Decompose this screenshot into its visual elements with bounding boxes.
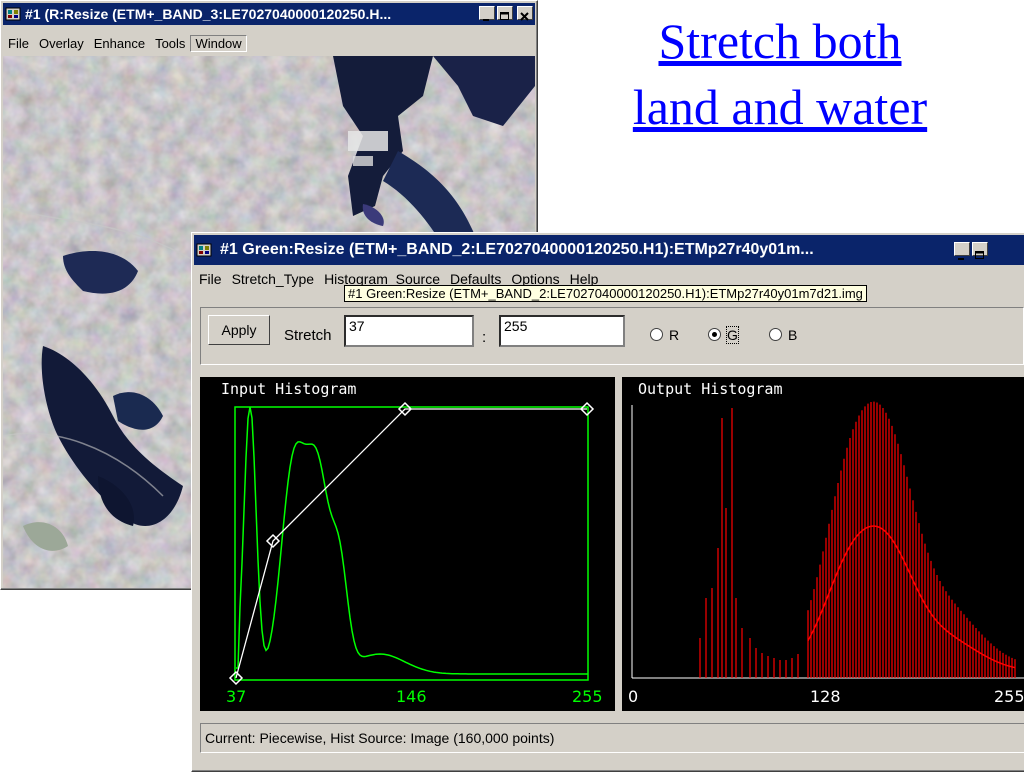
stretch-control-points[interactable] (228, 401, 595, 686)
radio-g-indicator (708, 328, 721, 341)
image-window-title: #1 (R:Resize (ETM+_BAND_3:LE702704000012… (25, 6, 392, 22)
stretch-dialog-titlebar[interactable]: #1 Green:Resize (ETM+_BAND_2:LE702704000… (194, 235, 1024, 265)
image-window-menubar: File Overlay Enhance Tools Window (3, 34, 535, 54)
output-histogram-bars (699, 401, 1016, 678)
radio-r-label: R (669, 327, 680, 343)
menu-stretch-type[interactable]: Stretch_Type (227, 271, 320, 287)
output-histogram-envelope (807, 525, 1016, 669)
minimize-icon (483, 19, 489, 21)
output-histogram-plot[interactable] (622, 377, 1024, 711)
slide-title-line1: Stretch both (658, 13, 902, 69)
radio-b[interactable]: B (769, 327, 797, 343)
image-window-titlebar[interactable]: #1 (R:Resize (ETM+_BAND_3:LE702704000012… (3, 3, 535, 25)
menu-file[interactable]: File (3, 36, 34, 51)
maximize-button[interactable] (972, 242, 988, 259)
minimize-icon (958, 258, 964, 260)
slide-title-line2: land and water (632, 79, 928, 135)
maximize-icon (975, 251, 984, 259)
stretch-separator: : (482, 329, 487, 346)
status-text: Current: Piecewise, Hist Source: Image (… (205, 730, 555, 746)
output-tick-mid: 128 (810, 687, 841, 706)
app-icon (5, 7, 21, 21)
menu-window[interactable]: Window (190, 35, 247, 52)
input-tick-max: 255 (572, 687, 603, 706)
input-histogram-curve (236, 406, 588, 675)
input-histogram-panel[interactable]: Input Histogram 37 146 255 (200, 377, 615, 711)
minimize-button[interactable] (954, 242, 970, 260)
maximize-button[interactable] (497, 6, 513, 20)
stretch-min-input[interactable]: 37 (344, 315, 474, 347)
menu-overlay[interactable]: Overlay (34, 36, 89, 51)
radio-b-indicator (769, 328, 782, 341)
app-icon (196, 243, 212, 257)
stretch-label: Stretch (284, 327, 332, 344)
stretch-dialog: #1 Green:Resize (ETM+_BAND_2:LE702704000… (191, 232, 1024, 772)
menu-tools[interactable]: Tools (150, 36, 190, 51)
output-histogram-panel[interactable]: Output Histogram 0 128 255 (622, 377, 1024, 711)
close-icon (520, 12, 529, 21)
radio-b-label: B (788, 327, 798, 343)
input-histogram-plot[interactable] (200, 377, 615, 711)
maximize-icon (500, 12, 509, 20)
title-tooltip: #1 Green:Resize (ETM+_BAND_2:LE702704000… (344, 285, 867, 302)
radio-g[interactable]: G (708, 326, 739, 344)
stretch-transfer-line (235, 408, 587, 679)
apply-button[interactable]: Apply (208, 315, 270, 345)
close-button[interactable] (517, 6, 533, 21)
radio-g-label: G (726, 326, 739, 344)
input-tick-mid: 146 (396, 687, 427, 706)
output-tick-max: 255 (994, 687, 1024, 706)
stretch-max-input[interactable]: 255 (499, 315, 625, 347)
input-tick-min: 37 (226, 687, 247, 706)
status-bar: Current: Piecewise, Hist Source: Image (… (200, 723, 1024, 753)
menu-enhance[interactable]: Enhance (89, 36, 150, 51)
stretch-dialog-title: #1 Green:Resize (ETM+_BAND_2:LE702704000… (220, 241, 814, 258)
minimize-button[interactable] (479, 6, 495, 21)
radio-r[interactable]: R (650, 327, 679, 343)
menu-file[interactable]: File (194, 271, 227, 287)
radio-r-indicator (650, 328, 663, 341)
output-tick-min: 0 (628, 687, 639, 706)
